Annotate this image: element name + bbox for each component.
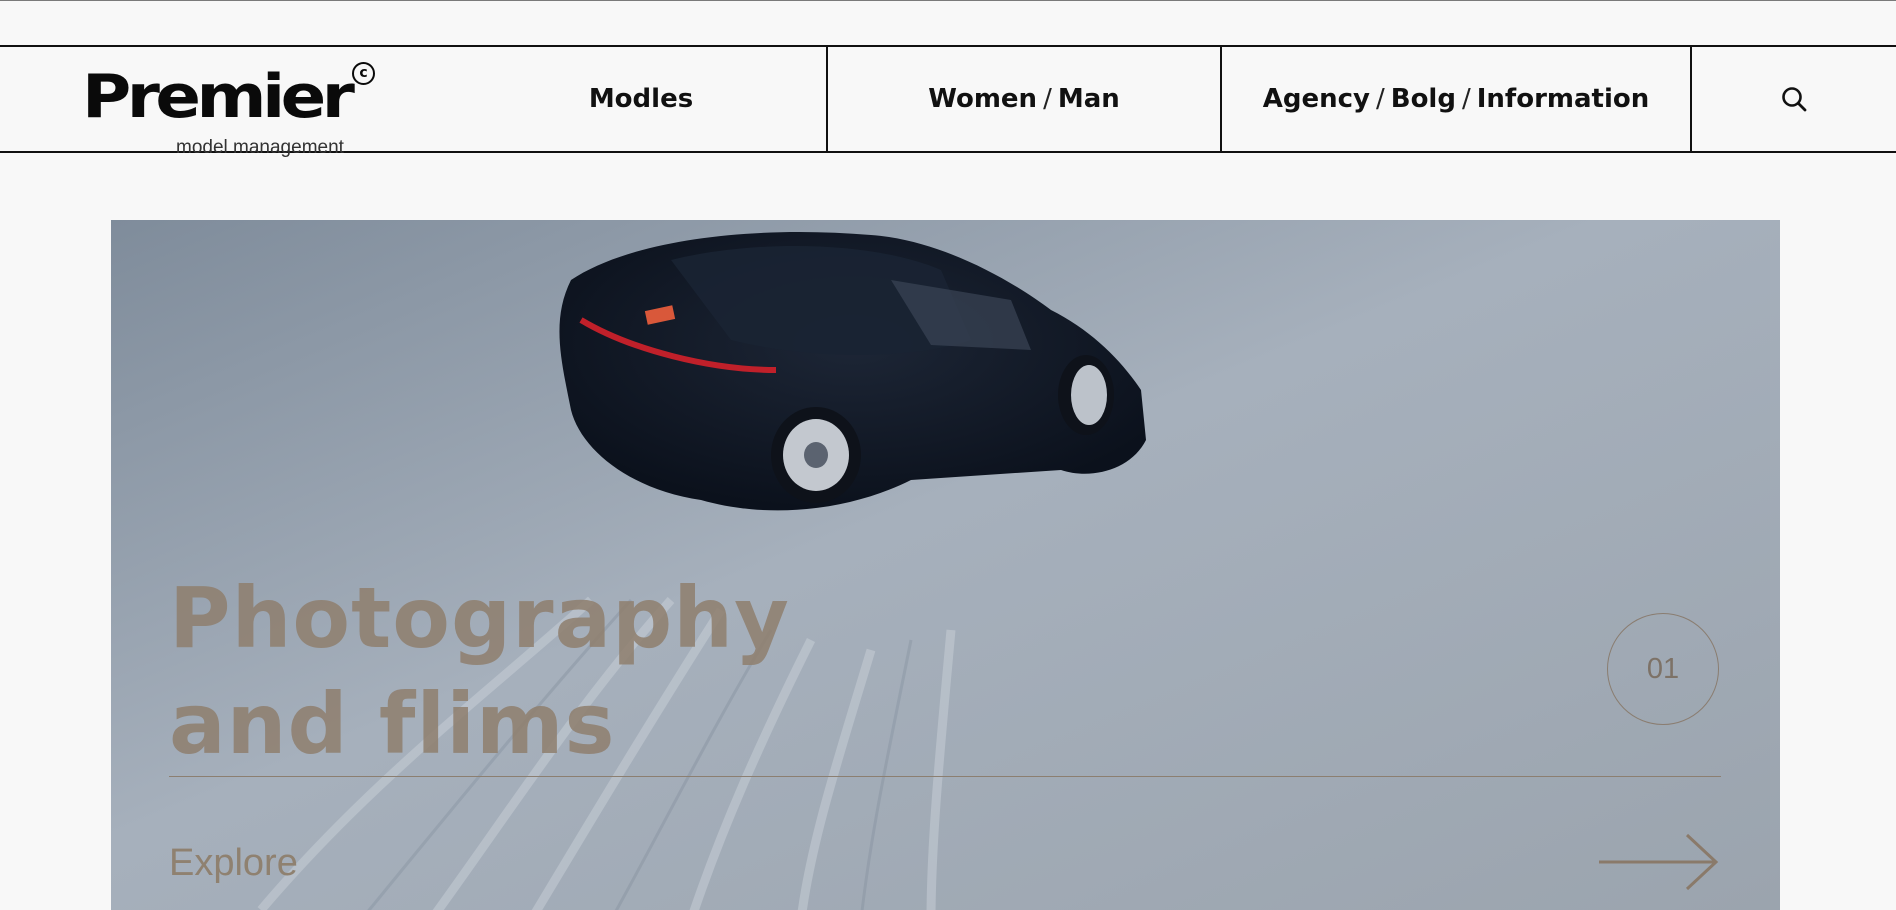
hero-banner: Photography and flims 01 Explore [111,220,1780,910]
arrow-right-icon[interactable] [1597,832,1721,892]
page: Premier c model management Modles Women … [0,0,1896,910]
nav-blog-link[interactable]: Bolg [1391,84,1456,114]
nav-gender: Women / Man [826,47,1220,151]
nav-separator: / [1375,84,1385,114]
nav-men-link[interactable]: Man [1058,84,1120,114]
hero-title-line-1: Photography [169,569,790,667]
hero-divider [169,776,1721,777]
nav-information-link[interactable]: Information [1477,84,1650,114]
site-header: Premier c model management Modles Women … [0,45,1896,158]
brand-tagline: model management [176,137,344,158]
brand-name: Premier [82,62,355,132]
nav-women-link[interactable]: Women [928,84,1037,114]
nav-agency-link[interactable]: Agency [1263,84,1370,114]
nav-separator: / [1461,84,1471,114]
brand-logo[interactable]: Premier c model management [82,57,382,158]
hero-title-line-2: and flims [169,675,616,773]
explore-link[interactable]: Explore [169,842,298,885]
copyright-icon: c [352,62,375,85]
nav-agency-group: Agency / Bolg / Information [1220,47,1690,151]
nav-separator: / [1043,84,1052,114]
top-divider [0,0,1896,1]
search-button[interactable] [1690,47,1896,151]
search-icon [1782,87,1807,112]
slide-number-badge: 01 [1607,613,1719,725]
nav-models-link[interactable]: Modles [456,47,826,151]
hero-title: Photography and flims [169,565,790,777]
